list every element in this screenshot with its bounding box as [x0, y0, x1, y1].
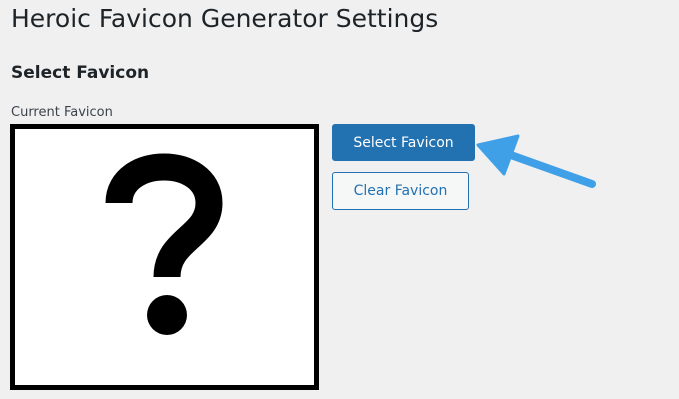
question-mark-icon [105, 153, 223, 335]
section-title: Select Favicon [11, 63, 150, 83]
pointer-arrow-icon [476, 134, 596, 188]
select-favicon-button[interactable]: Select Favicon [332, 124, 475, 161]
page-title: Heroic Favicon Generator Settings [11, 4, 439, 33]
current-favicon-label: Current Favicon [11, 105, 113, 120]
favicon-preview [10, 124, 319, 390]
clear-favicon-button[interactable]: Clear Favicon [332, 172, 469, 210]
